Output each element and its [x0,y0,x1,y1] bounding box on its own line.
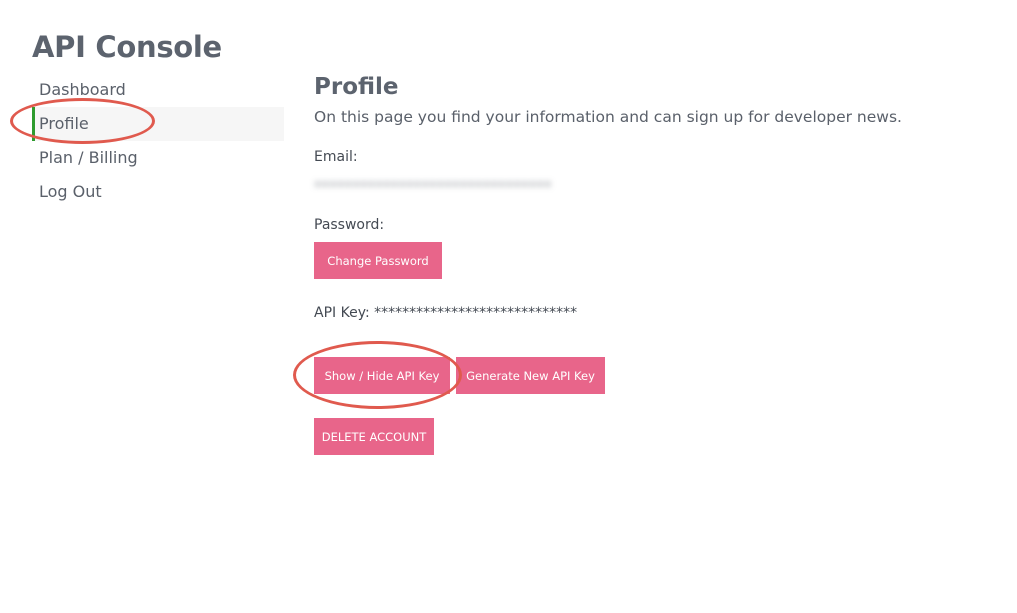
show-hide-api-key-button[interactable]: Show / Hide API Key [314,357,450,394]
password-label: Password: [314,217,385,233]
api-key-value: ***************************** [374,305,578,321]
sidebar-item-profile[interactable]: Profile [32,107,284,141]
page-title: Profile [314,74,399,100]
delete-account-button[interactable]: DELETE ACCOUNT [314,418,434,455]
generate-api-key-button[interactable]: Generate New API Key [456,357,605,394]
email-value: ••••••••••••••••••••••••••••••• [314,178,552,193]
api-key-label: API Key: [314,305,370,321]
page-description: On this page you find your information a… [314,108,902,126]
sidebar-item-dashboard[interactable]: Dashboard [32,73,284,107]
sidebar-item-log-out[interactable]: Log Out [32,175,284,209]
change-password-button[interactable]: Change Password [314,242,442,279]
main-content: Profile On this page you find your infor… [314,70,994,455]
app-title: API Console [32,30,222,64]
sidebar: Dashboard Profile Plan / Billing Log Out [32,73,284,209]
sidebar-item-plan-billing[interactable]: Plan / Billing [32,141,284,175]
api-key-row: API Key: ***************************** [314,305,577,321]
email-label: Email: [314,149,358,165]
